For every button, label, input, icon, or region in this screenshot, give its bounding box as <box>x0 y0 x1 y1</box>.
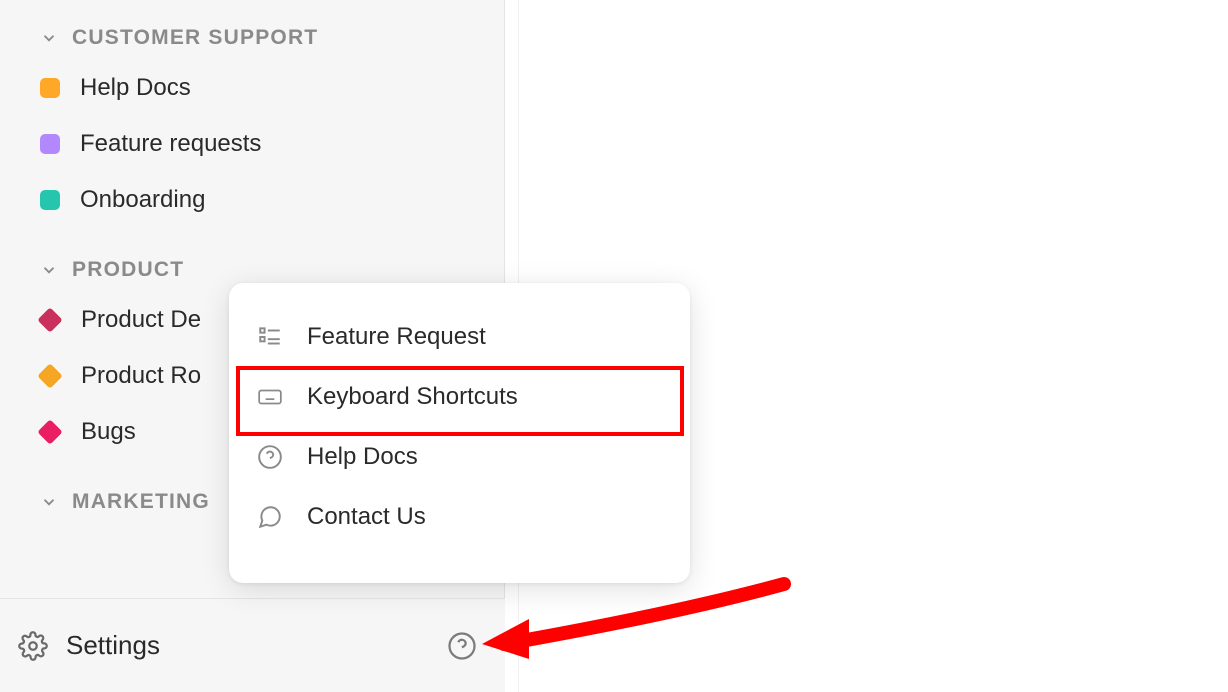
help-popover: Feature Request Keyboard Shortcuts Help … <box>229 283 690 583</box>
section-label: MARKETING <box>72 490 210 514</box>
color-marker-icon <box>40 78 60 98</box>
chevron-down-icon <box>40 29 58 47</box>
section-label: CUSTOMER SUPPORT <box>72 26 318 50</box>
section-label: PRODUCT <box>72 258 184 282</box>
popover-item-label: Feature Request <box>307 323 486 351</box>
nav-item-help-docs[interactable]: Help Docs <box>0 60 504 116</box>
list-icon <box>257 324 283 350</box>
nav-item-label: Onboarding <box>80 186 205 214</box>
color-marker-icon <box>40 190 60 210</box>
popover-item-label: Contact Us <box>307 503 426 531</box>
chat-icon <box>257 504 283 530</box>
color-marker-icon <box>40 134 60 154</box>
popover-item-label: Keyboard Shortcuts <box>307 383 518 411</box>
popover-item-keyboard-shortcuts[interactable]: Keyboard Shortcuts <box>229 367 690 427</box>
keyboard-icon <box>257 384 283 410</box>
help-button[interactable] <box>447 631 477 661</box>
nav-item-feature-requests[interactable]: Feature requests <box>0 116 504 172</box>
nav-item-onboarding[interactable]: Onboarding <box>0 172 504 228</box>
sidebar-footer: Settings <box>0 598 505 692</box>
nav-item-label: Feature requests <box>80 130 261 158</box>
popover-item-feature-request[interactable]: Feature Request <box>229 307 690 367</box>
popover-item-contact-us[interactable]: Contact Us <box>229 487 690 547</box>
popover-item-label: Help Docs <box>307 443 418 471</box>
popover-item-help-docs[interactable]: Help Docs <box>229 427 690 487</box>
nav-item-label: Product Ro <box>81 362 201 390</box>
diamond-marker-icon <box>37 363 62 388</box>
help-circle-icon <box>257 444 283 470</box>
nav-item-label: Product De <box>81 306 201 334</box>
nav-item-label: Bugs <box>81 418 136 446</box>
help-circle-icon <box>447 631 477 661</box>
nav-list-customer-support: Help Docs Feature requests Onboarding <box>0 60 504 228</box>
diamond-marker-icon <box>37 307 62 332</box>
chevron-down-icon <box>40 493 58 511</box>
settings-label: Settings <box>66 630 160 661</box>
nav-item-label: Help Docs <box>80 74 191 102</box>
settings-button[interactable]: Settings <box>18 630 160 661</box>
diamond-marker-icon <box>37 419 62 444</box>
section-header-customer-support[interactable]: CUSTOMER SUPPORT <box>0 26 504 60</box>
chevron-down-icon <box>40 261 58 279</box>
gear-icon <box>18 631 48 661</box>
